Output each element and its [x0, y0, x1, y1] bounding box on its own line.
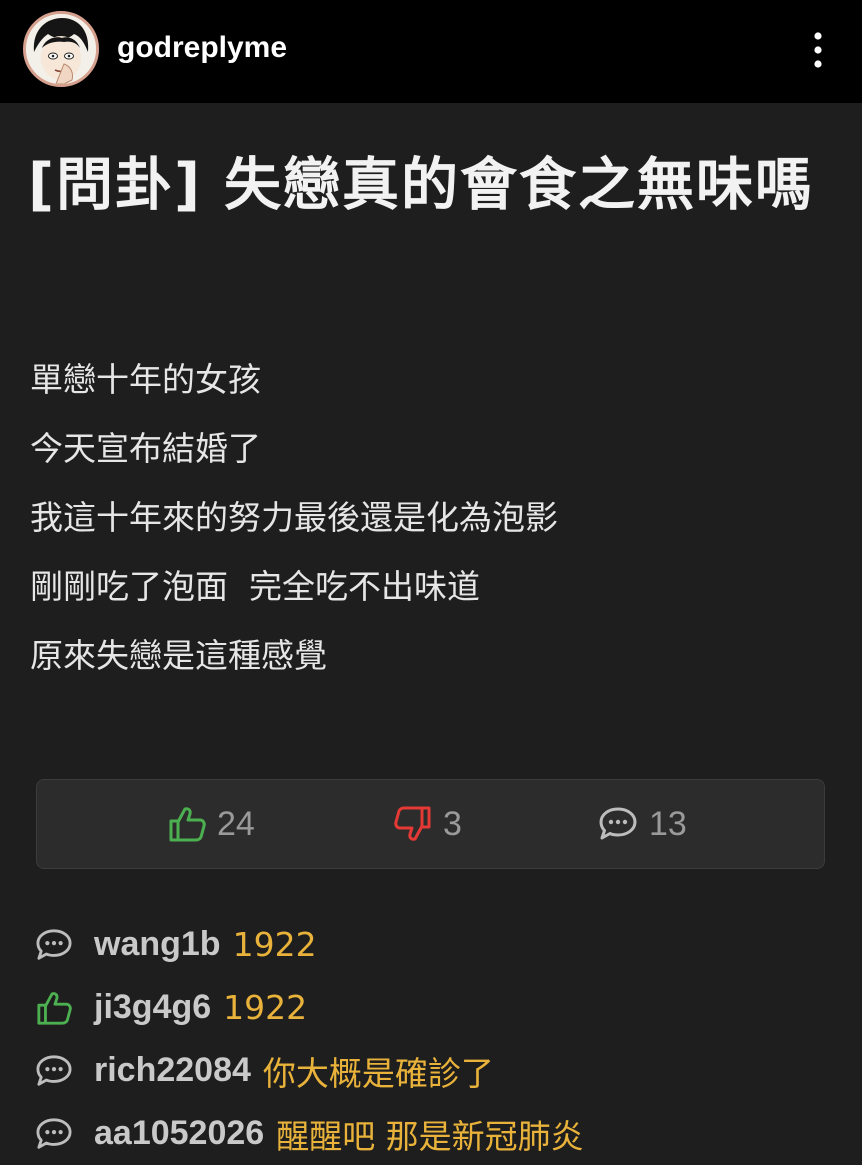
thumbs-down-icon	[394, 806, 431, 841]
post-body-line: 我這十年來的努力最後還是化為泡影	[30, 498, 558, 537]
like-count: 24	[217, 804, 255, 843]
comment-row: aa1052026 醒醒吧 那是新冠肺炎	[32, 1102, 852, 1165]
speech-bubble-icon	[32, 1051, 76, 1091]
post-body-line: 今天宣布結婚了	[30, 429, 261, 468]
comment-text: 1922	[223, 988, 308, 1027]
speech-bubble-icon	[599, 807, 637, 840]
speech-bubble-icon	[32, 925, 76, 965]
comment-count: 13	[649, 804, 687, 843]
comment-list: wang1b 1922 ji3g4g6 1922 rich22084 你大概是確…	[32, 913, 852, 1165]
comment-username[interactable]: wang1b	[94, 925, 221, 964]
post-body-line: 原來失戀是這種感覺	[30, 636, 327, 675]
dislike-count: 3	[443, 804, 462, 843]
comment-text: 1922	[232, 925, 317, 964]
comment-row: wang1b 1922	[32, 913, 852, 976]
thumbs-up-icon	[169, 807, 206, 842]
avatar[interactable]	[23, 11, 99, 87]
username[interactable]: godreplyme	[117, 30, 287, 66]
comment-username[interactable]: ji3g4g6	[94, 988, 211, 1027]
dislike-button[interactable]: 3	[393, 780, 462, 868]
post-body: 單戀十年的女孩 今天宣布結婚了 我這十年來的努力最後還是化為泡影 剛剛吃了泡面 …	[30, 345, 830, 690]
like-button[interactable]: 24	[167, 780, 255, 868]
comment-username[interactable]: rich22084	[94, 1051, 251, 1090]
comment-row: ji3g4g6 1922	[32, 976, 852, 1039]
speech-bubble-icon	[32, 1114, 76, 1154]
top-bar: godreplyme	[0, 0, 862, 103]
thumbs-up-icon	[32, 988, 76, 1028]
more-vertical-icon[interactable]	[806, 28, 830, 72]
stats-bar: 24 3 13	[36, 779, 825, 869]
comment-count-button[interactable]: 13	[597, 780, 687, 868]
post-body-line: 單戀十年的女孩	[30, 360, 261, 399]
post-title: [問卦] 失戀真的會食之無味嗎	[28, 152, 814, 218]
post-body-line: 剛剛吃了泡面 完全吃不出味道	[30, 567, 480, 606]
comment-row: rich22084 你大概是確診了	[32, 1039, 852, 1102]
comment-text: 醒醒吧 那是新冠肺炎	[276, 1116, 584, 1156]
comment-username[interactable]: aa1052026	[94, 1114, 264, 1153]
comment-text: 你大概是確診了	[262, 1053, 494, 1093]
cartoon-face-avatar-icon	[26, 14, 96, 84]
